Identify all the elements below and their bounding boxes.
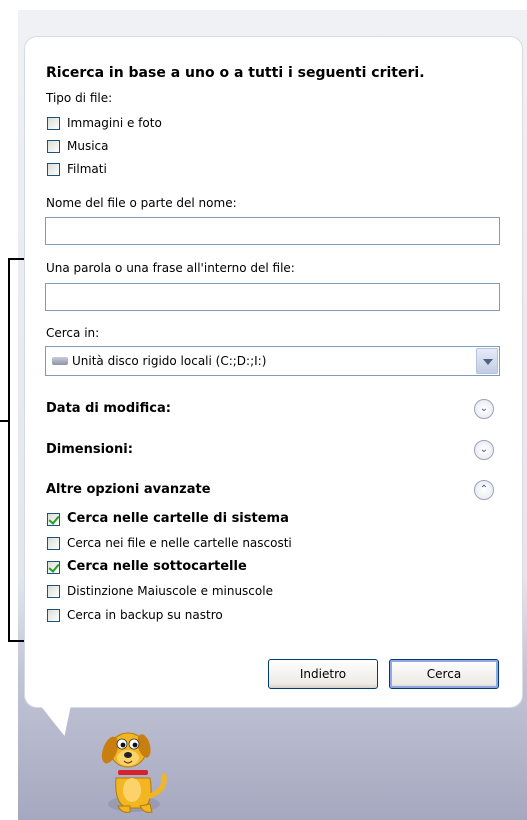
checkbox-hidden-files[interactable] <box>47 537 60 550</box>
hard-drive-icon <box>52 357 68 365</box>
search-in-value: Unità disco rigido locali (C:;D:;I:) <box>72 354 267 368</box>
checkbox-hidden-files-label[interactable]: Cerca nei file e nelle cartelle nascosti <box>67 536 292 550</box>
back-button[interactable]: Indietro <box>268 659 378 689</box>
dropdown-arrow-button[interactable] <box>476 348 498 374</box>
checkbox-videos[interactable] <box>47 163 60 176</box>
search-dog-icon[interactable] <box>94 720 174 820</box>
section-advanced-options[interactable]: Altre opzioni avanzate <box>46 482 211 497</box>
checkbox-subfolders[interactable] <box>47 561 60 574</box>
chevron-double-down-icon[interactable]: ⌄ <box>474 399 494 419</box>
checkbox-system-folders[interactable] <box>47 513 60 526</box>
file-name-label: Nome del file o parte del nome: <box>46 196 237 210</box>
panel-title: Ricerca in base a uno o a tutti i seguen… <box>46 65 425 81</box>
file-name-input[interactable] <box>45 217 500 245</box>
section-size[interactable]: Dimensioni: <box>46 442 133 457</box>
checkbox-images-label[interactable]: Immagini e foto <box>67 116 162 130</box>
phrase-label: Una parola o una frase all'interno del f… <box>46 261 295 275</box>
search-in-label: Cerca in: <box>46 326 100 340</box>
annotation-bracket-tick <box>0 420 10 422</box>
checkbox-music[interactable] <box>47 140 60 153</box>
checkbox-system-folders-label[interactable]: Cerca nelle cartelle di sistema <box>67 511 289 526</box>
checkbox-images[interactable] <box>47 117 60 130</box>
search-button[interactable]: Cerca <box>389 659 499 689</box>
section-date-modified[interactable]: Data di modifica: <box>46 401 171 416</box>
checkbox-videos-label[interactable]: Filmati <box>67 162 107 176</box>
phrase-input[interactable] <box>45 283 500 311</box>
checkbox-case-sensitive[interactable] <box>47 585 60 598</box>
checkbox-tape-backup[interactable] <box>47 609 60 622</box>
chevron-double-up-icon[interactable]: ⌃ <box>474 480 494 500</box>
chevron-double-down-icon[interactable]: ⌄ <box>474 440 494 460</box>
file-type-label: Tipo di file: <box>46 91 113 105</box>
checkbox-subfolders-label[interactable]: Cerca nelle sottocartelle <box>67 559 247 574</box>
checkbox-music-label[interactable]: Musica <box>67 139 109 153</box>
checkbox-case-sensitive-label[interactable]: Distinzione Maiuscole e minuscole <box>67 584 273 598</box>
search-in-select[interactable]: Unità disco rigido locali (C:;D:;I:) <box>45 346 500 376</box>
checkbox-tape-backup-label[interactable]: Cerca in backup su nastro <box>67 608 223 622</box>
